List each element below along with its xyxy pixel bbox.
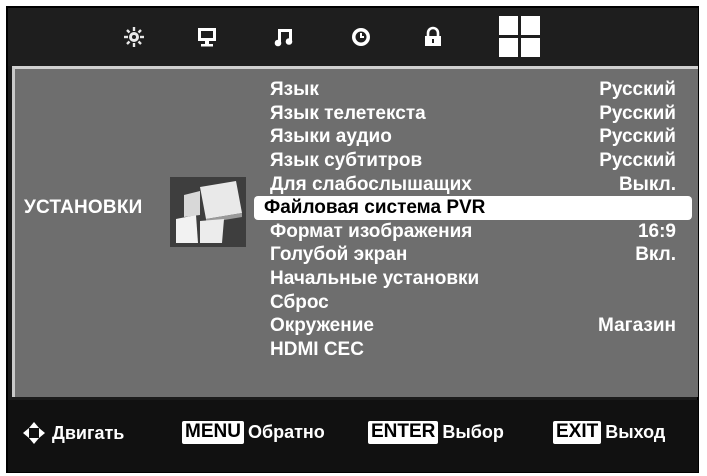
tab-setup[interactable] bbox=[496, 8, 544, 66]
section-title: УСТАНОВКИ bbox=[24, 197, 143, 218]
menu-item[interactable]: Файловая система PVR bbox=[254, 195, 692, 220]
exit-key[interactable]: EXIT bbox=[553, 421, 602, 444]
hint-back-label: Обратно bbox=[247, 421, 325, 442]
menu-item[interactable]: Голубой экран Вкл. bbox=[256, 243, 698, 267]
tab-sound[interactable] bbox=[264, 8, 304, 66]
enter-key[interactable]: ENTER bbox=[368, 421, 439, 444]
hint-exit: EXIT Выход bbox=[553, 421, 665, 444]
hint-move: Двигать bbox=[22, 421, 124, 445]
setup-grid-icon bbox=[499, 16, 540, 57]
tab-bar bbox=[8, 8, 698, 66]
menu-item-value: Выкл. bbox=[618, 173, 676, 195]
menu-item[interactable]: Язык телетекста Русский bbox=[256, 102, 698, 126]
music-icon bbox=[274, 29, 293, 47]
tab-lock[interactable] bbox=[413, 8, 453, 66]
menu-item-value: 16:9 bbox=[637, 220, 676, 242]
tab-time[interactable] bbox=[341, 8, 381, 66]
menu-item-label: Язык bbox=[270, 79, 319, 101]
menu-item-label: Сброс bbox=[270, 291, 329, 313]
menu-item-value: Русский bbox=[599, 126, 676, 148]
menu-item-label: Для слабослышащих bbox=[270, 173, 472, 195]
menu-item-label: Голубой экран bbox=[270, 244, 408, 266]
menu-item[interactable]: Окружение Магазин bbox=[256, 314, 698, 338]
menu-item[interactable]: Язык субтитров Русский bbox=[256, 149, 698, 173]
tab-display[interactable] bbox=[187, 8, 227, 66]
menu-key[interactable]: MENU bbox=[182, 421, 244, 444]
lock-icon bbox=[425, 26, 441, 46]
hint-move-label: Двигать bbox=[52, 422, 125, 443]
menu-item-value: Русский bbox=[599, 150, 676, 172]
menu-item-label: Язык субтитров bbox=[270, 150, 423, 172]
menu-item-label: Язык телетекста bbox=[270, 102, 426, 124]
menu-item[interactable]: Формат изображения 16:9 bbox=[256, 220, 698, 244]
menu-item-value: Магазин bbox=[598, 315, 676, 337]
hint-select-label: Выбор bbox=[442, 421, 504, 442]
picture-icon bbox=[124, 27, 144, 47]
menu-item[interactable]: HDMI CEC bbox=[256, 338, 698, 362]
menu-item-value: Русский bbox=[599, 79, 676, 101]
hint-exit-label: Выход bbox=[605, 421, 666, 442]
menu-item[interactable]: Для слабослышащих Выкл. bbox=[256, 172, 698, 196]
menu-item-label: Файловая система PVR bbox=[264, 197, 486, 219]
menu-item-value: Вкл. bbox=[635, 244, 676, 266]
setup-section-icon bbox=[170, 177, 246, 247]
navigate-arrows-icon bbox=[23, 422, 45, 444]
menu-item[interactable]: Язык Русский bbox=[256, 78, 698, 102]
tab-picture[interactable] bbox=[114, 8, 154, 66]
menu-item-label: Формат изображения bbox=[270, 220, 473, 242]
display-icon bbox=[198, 28, 216, 47]
hint-select: ENTER Выбор bbox=[368, 421, 504, 444]
menu-item-label: Окружение bbox=[270, 315, 374, 337]
menu-item-value: Русский bbox=[599, 102, 676, 124]
clock-icon bbox=[352, 28, 370, 46]
menu-item[interactable]: Начальные установки bbox=[256, 267, 698, 291]
menu-item[interactable]: Сброс bbox=[256, 290, 698, 314]
menu-item[interactable]: Языки аудио Русский bbox=[256, 125, 698, 149]
menu-item-label: HDMI CEC bbox=[270, 338, 364, 360]
settings-menu: Язык Русский Язык телетекста Русский Языки а… bbox=[254, 78, 698, 362]
menu-item-label: Языки аудио bbox=[270, 126, 392, 148]
menu-item-label: Начальные установки bbox=[270, 268, 480, 290]
hint-back: MENU Обратно bbox=[182, 421, 325, 444]
